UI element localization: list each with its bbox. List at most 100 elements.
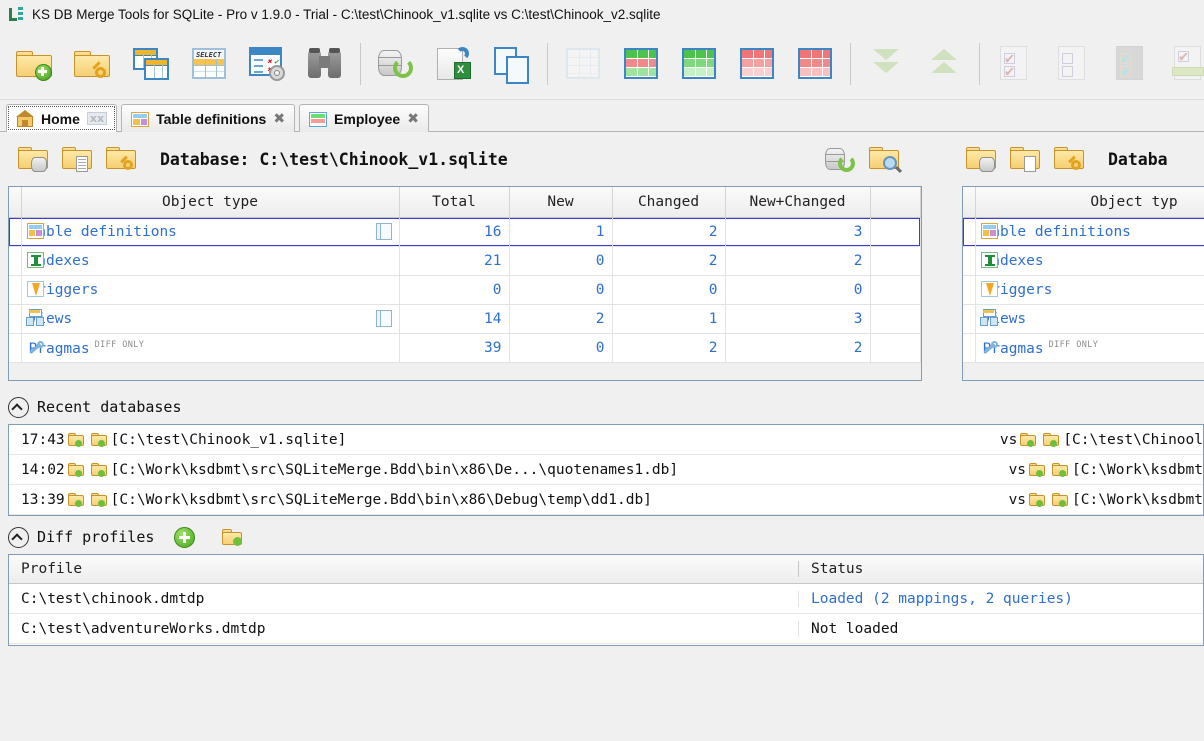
col-profile[interactable]: Profile — [9, 561, 799, 577]
tab-table-definitions[interactable]: Table definitions ✖ — [121, 104, 296, 132]
row-gutter — [963, 246, 976, 276]
folder-open-icon[interactable] — [67, 492, 86, 508]
list-item[interactable]: 13:39 [C:\Work\ksdbmt\src\SQLiteMerge.Bd… — [9, 485, 1203, 515]
table-row[interactable]: Views — [963, 304, 1204, 334]
table-definitions-button[interactable] — [122, 33, 180, 95]
diff-profiles-section-header[interactable]: Diff profiles — [8, 524, 247, 550]
chevron-up-icon[interactable] — [8, 396, 29, 418]
folder-open-icon[interactable] — [1028, 462, 1047, 478]
show-new-and-changed-button[interactable] — [612, 33, 670, 95]
col-status[interactable]: Status — [799, 561, 1203, 577]
folder-document-icon[interactable] — [56, 137, 100, 181]
expand-all-button[interactable] — [915, 33, 973, 95]
show-deleted-only-button[interactable] — [786, 33, 844, 95]
diff-profiles-header-row: Profile Status — [9, 555, 1203, 584]
copy-pages-button[interactable] — [483, 33, 541, 95]
left-col-object-type[interactable]: Object type — [21, 187, 400, 218]
new-changed-cell: 2 — [725, 246, 871, 276]
list-item[interactable]: 17:43 [C:\test\Chinook_v1.sqlite] vs [C:… — [9, 425, 1203, 455]
export-to-excel-button[interactable]: X — [425, 33, 483, 95]
table-row[interactable]: Triggers — [963, 275, 1204, 305]
apply-selection-button[interactable]: ✔ — [1160, 33, 1204, 95]
recent-databases-section-header[interactable]: Recent databases — [8, 394, 182, 420]
folder-open-icon[interactable] — [1019, 432, 1038, 448]
left-grid-gutter-header — [9, 187, 22, 218]
sql-query-button[interactable]: SELECT — [180, 33, 238, 95]
table-row[interactable]: C:\test\chinook.dmtdp Loaded (2 mappings… — [9, 584, 1203, 614]
folder-document-icon[interactable] — [1004, 137, 1048, 181]
table-row[interactable]: Views 14 2 1 3 — [9, 304, 921, 334]
tab-employee-close-icon[interactable]: ✖ — [407, 112, 419, 126]
unselect-all-button[interactable] — [1044, 33, 1102, 95]
index-icon — [980, 252, 998, 268]
grid-red-full-icon — [793, 42, 837, 86]
tab-home[interactable]: Home xx — [6, 104, 118, 132]
add-profile-icon[interactable] — [174, 526, 196, 548]
total-cell: 16 — [399, 217, 510, 247]
table-row[interactable]: Indexes 21 0 2 2 — [9, 246, 921, 276]
table-row[interactable]: C:\test\adventureWorks.dmtdp Not loaded — [9, 614, 1203, 644]
folder-database-icon[interactable] — [1042, 432, 1061, 448]
right-col-object-type[interactable]: Object typ — [975, 187, 1204, 218]
table-row[interactable]: Pragmas DIFF ONLY — [963, 333, 1204, 363]
table-row[interactable]: Table definitions — [963, 217, 1204, 247]
folder-database-icon[interactable] — [960, 137, 1004, 181]
table-row[interactable]: Pragmas DIFF ONLY 39 0 2 2 — [9, 333, 921, 363]
folder-open-icon[interactable] — [67, 462, 86, 478]
recent-left-path: [C:\Work\ksdbmt\src\SQLiteMerge.Bdd\bin\… — [110, 491, 652, 508]
show-all-rows-button[interactable] — [554, 33, 612, 95]
folder-search-icon[interactable] — [864, 137, 908, 181]
open-profile-folder-icon[interactable] — [221, 527, 245, 547]
recent-databases-label: Recent databases — [37, 398, 182, 416]
select-all-checked-button[interactable]: ✔ ✔ — [986, 33, 1044, 95]
invert-selection-button[interactable]: ✔ ✔ — [1102, 33, 1160, 95]
row-gutter — [9, 333, 22, 363]
ks-logo-icon — [8, 6, 25, 23]
recent-right-path: [C:\Work\ksdbmt — [1072, 461, 1203, 478]
folder-database-icon[interactable] — [12, 137, 56, 181]
object-type-cell: Table definitions — [975, 217, 1204, 247]
show-changed-only-button[interactable] — [728, 33, 786, 95]
folder-database-icon[interactable] — [90, 492, 109, 508]
left-col-new-changed[interactable]: New+Changed — [725, 187, 871, 218]
table-definitions-icon — [980, 223, 998, 239]
table-row[interactable]: Table definitions 16 1 2 3 — [9, 217, 921, 247]
show-new-only-button[interactable] — [670, 33, 728, 95]
left-col-new[interactable]: New — [509, 187, 613, 218]
tab-table-definitions-close-icon[interactable]: ✖ — [273, 112, 285, 126]
folder-database-icon[interactable] — [1051, 492, 1070, 508]
database-refresh-icon — [374, 42, 418, 86]
tab-home-close-icon: xx — [86, 112, 108, 125]
folder-key-icon[interactable] — [100, 137, 144, 181]
changed-cell: 2 — [612, 333, 726, 363]
left-col-changed[interactable]: Changed — [612, 187, 726, 218]
list-item[interactable]: 14:02 [C:\Work\ksdbmt\src\SQLiteMerge.Bd… — [9, 455, 1203, 485]
folder-open-icon[interactable] — [1028, 492, 1047, 508]
database-refresh-icon[interactable] — [820, 137, 864, 181]
tab-employee[interactable]: Employee ✖ — [299, 104, 429, 132]
grid-green-red-icon — [619, 42, 663, 86]
table-row[interactable]: Triggers 0 0 0 0 — [9, 275, 921, 305]
diff-options-button[interactable]: ✖ ✔ ✖ ✔ — [238, 33, 296, 95]
find-button[interactable] — [296, 33, 354, 95]
object-type-label: Table definitions — [28, 224, 177, 240]
folder-database-icon[interactable] — [90, 462, 109, 478]
refresh-databases-button[interactable] — [367, 33, 425, 95]
collapse-all-button[interactable] — [857, 33, 915, 95]
folder-key-icon[interactable] — [1048, 137, 1092, 181]
chevron-up-icon[interactable] — [8, 526, 29, 548]
left-col-filler — [870, 187, 921, 218]
folder-database-icon[interactable] — [1051, 462, 1070, 478]
toolbar-separator — [979, 42, 980, 85]
open-new-database-pair-button[interactable] — [6, 33, 64, 95]
index-icon — [26, 252, 44, 268]
row-gutter — [963, 217, 976, 247]
folder-open-icon[interactable] — [67, 432, 86, 448]
row-gutter — [9, 217, 22, 247]
open-database-pair-with-key-button[interactable] — [64, 33, 122, 95]
folder-database-icon[interactable] — [90, 432, 109, 448]
left-col-total[interactable]: Total — [399, 187, 510, 218]
object-type-cell: Indexes — [975, 246, 1204, 276]
page-excel-export-icon: X — [432, 42, 476, 86]
table-row[interactable]: Indexes — [963, 246, 1204, 276]
